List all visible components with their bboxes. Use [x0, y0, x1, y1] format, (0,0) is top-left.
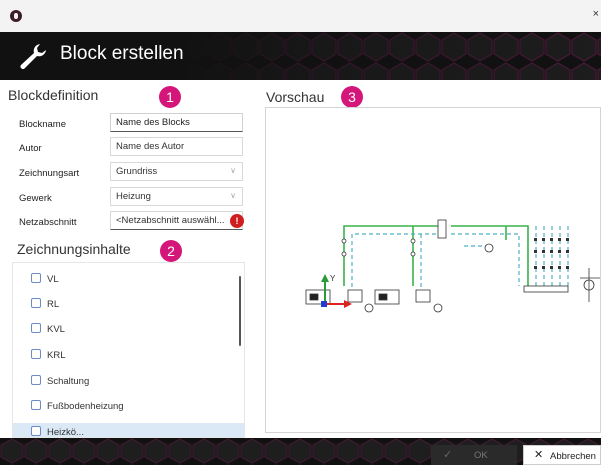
checkbox[interactable] [31, 349, 41, 359]
blockname-label: Blockname [19, 119, 66, 130]
list-item-schaltung[interactable]: Schaltung [31, 375, 89, 389]
dialog-title: Block erstellen [60, 43, 184, 64]
checkbox[interactable] [31, 400, 41, 410]
netzabschnitt-select[interactable]: <Netzabschnitt auswähl...! [110, 211, 244, 230]
list-item-vl[interactable]: VL [31, 273, 59, 287]
list-item-kvl[interactable]: KVL [31, 323, 65, 337]
gewerk-value: Heizung [116, 191, 151, 202]
dialog-header: Block erstellen [0, 32, 601, 80]
chevron-down-icon: ∨ [230, 191, 236, 200]
list-item-fussbodenheizung[interactable]: Fußbodenheizung [31, 400, 124, 414]
blockdefinition-heading: Blockdefinition [8, 87, 99, 103]
checkbox[interactable] [31, 323, 41, 333]
zeichnungsart-select[interactable]: Grundriss ∨ [110, 162, 243, 181]
close-icon: ✕ [534, 449, 544, 461]
list-item-label: KRL [47, 350, 66, 361]
checkmark-icon: ✓ [443, 449, 453, 461]
list-item-krl[interactable]: KRL [31, 349, 65, 363]
error-icon: ! [230, 214, 244, 228]
checkbox[interactable] [31, 375, 41, 385]
cancel-button[interactable]: ✕ Abbrechen [523, 445, 601, 465]
zeichnungsinhalte-list: VL RL KVL KRL Schaltung Fußbodenheizung … [12, 262, 245, 438]
list-item-label: RL [47, 299, 60, 310]
piping-schematic: Y [305, 219, 600, 313]
ok-label: OK [474, 450, 488, 461]
step-badge-3: 3 [341, 86, 363, 108]
chevron-down-icon: ∨ [230, 166, 236, 175]
netzabschnitt-label: Netzabschnitt [19, 217, 77, 228]
hexagon-pattern [181, 32, 601, 80]
list-scrollbar[interactable] [239, 276, 241, 346]
checkbox[interactable] [31, 426, 41, 436]
cancel-label: Abbrechen [550, 451, 596, 462]
axis-y-label: Y [330, 274, 336, 283]
list-item-label: VL [47, 274, 59, 285]
list-item-label: KVL [47, 324, 65, 335]
wrench-icon [20, 44, 46, 69]
ucs-axis-icon [321, 274, 352, 308]
step-badge-1: 1 [159, 86, 181, 108]
window-close-button[interactable]: × [593, 8, 599, 20]
autor-label: Autor [19, 143, 42, 154]
netzabschnitt-value: <Netzabschnitt auswähl... [116, 215, 225, 226]
autor-input[interactable]: Name des Autor [110, 137, 243, 156]
list-item-label: Fußbodenheizung [47, 401, 124, 412]
blockname-input[interactable]: Name des Blocks [110, 113, 243, 132]
app-logo-icon [10, 10, 22, 22]
zeichnungsart-value: Grundriss [116, 166, 158, 177]
gewerk-select[interactable]: Heizung ∨ [110, 187, 243, 206]
autor-value: Name des Autor [116, 141, 185, 152]
list-item-label: Heizkö... [47, 427, 84, 438]
ok-button[interactable]: ✓ OK [431, 445, 517, 465]
list-item-rl[interactable]: RL [31, 298, 59, 312]
checkbox[interactable] [31, 273, 41, 283]
vorschau-heading: Vorschau [266, 89, 325, 105]
preview-canvas: Y [265, 107, 601, 433]
list-item-label: Schaltung [47, 376, 90, 387]
zeichnungsinhalte-heading: Zeichnungsinhalte [17, 241, 131, 257]
zeichnungsart-label: Zeichnungsart [19, 168, 80, 179]
list-item-heizkoerper[interactable]: Heizkö... [31, 426, 84, 438]
blockname-value: Name des Blocks [116, 117, 190, 128]
checkbox[interactable] [31, 298, 41, 308]
step-badge-2: 2 [160, 240, 182, 262]
gewerk-label: Gewerk [19, 193, 52, 204]
window-titlebar: × [0, 0, 601, 32]
